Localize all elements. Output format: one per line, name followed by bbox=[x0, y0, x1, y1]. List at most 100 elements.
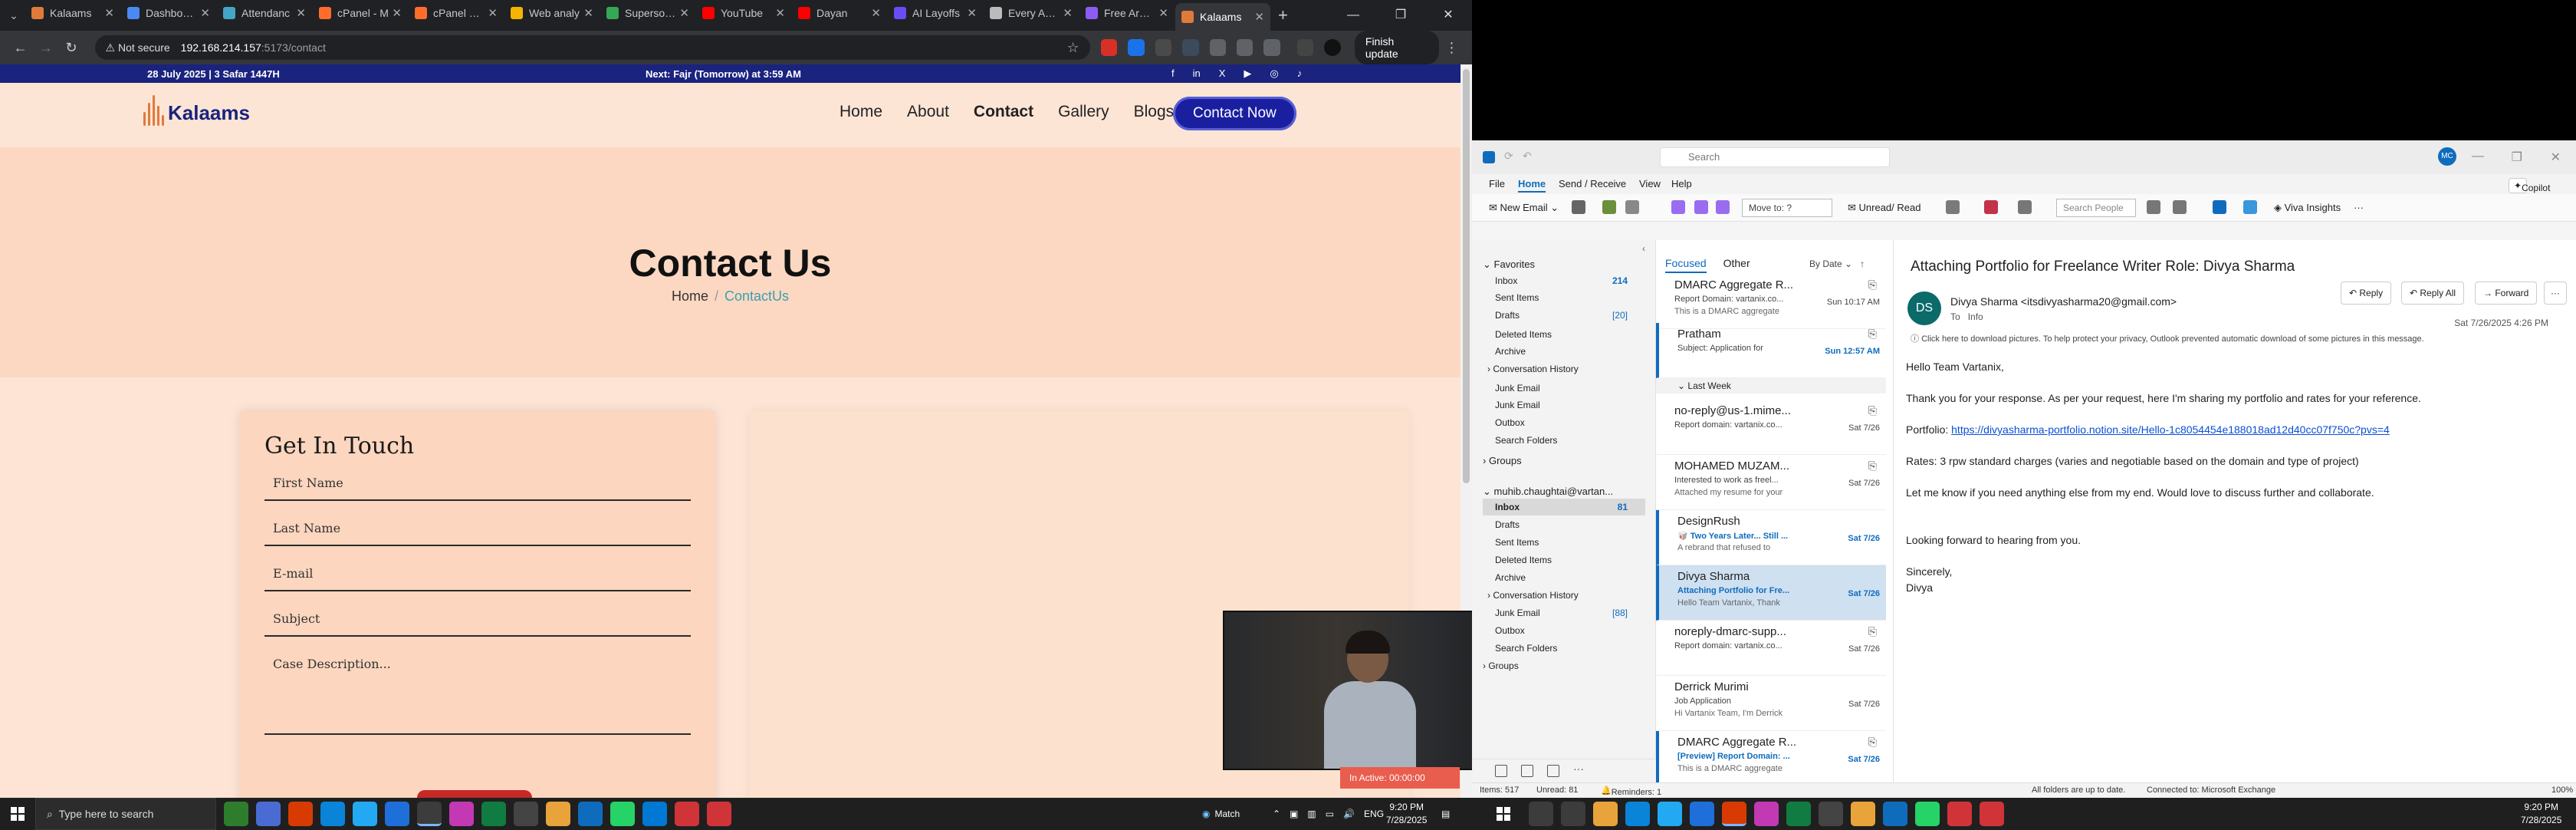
tab-close-icon[interactable]: ✕ bbox=[200, 6, 210, 20]
paint-icon[interactable] bbox=[514, 802, 538, 826]
weather-widget[interactable]: ◉ Match bbox=[1202, 798, 1240, 830]
flag-icon[interactable] bbox=[1984, 200, 1998, 214]
breadcrumb-home[interactable]: Home bbox=[672, 288, 708, 304]
folder-item[interactable]: Outbox bbox=[1495, 625, 1525, 636]
folder-item[interactable]: Junk Email bbox=[1495, 383, 1540, 394]
extension-icon[interactable] bbox=[1182, 39, 1199, 56]
folder-item[interactable]: Sent Items bbox=[1495, 537, 1539, 548]
tray-chevron-icon[interactable]: ⌃ bbox=[1273, 809, 1280, 819]
folder-item[interactable]: Archive bbox=[1495, 572, 1526, 583]
browser-tab[interactable]: cPanel File ✕ bbox=[409, 0, 504, 26]
more-apps-icon[interactable]: ··· bbox=[1573, 762, 1585, 775]
extension-icon[interactable] bbox=[1237, 39, 1254, 56]
folder-item[interactable]: Inbox bbox=[1495, 502, 1520, 512]
tab-home[interactable]: Home bbox=[1518, 178, 1546, 193]
browser-tab[interactable]: Web analy ✕ bbox=[504, 0, 600, 26]
weather-icon[interactable] bbox=[1593, 802, 1618, 826]
first-name-field[interactable]: First Name bbox=[264, 476, 691, 501]
social-link-icon[interactable]: ♪ bbox=[1297, 68, 1303, 80]
undo-icon[interactable]: ↶ bbox=[1523, 150, 1532, 163]
search-icon[interactable] bbox=[1529, 802, 1553, 826]
close-window-button[interactable]: ✕ bbox=[2551, 150, 2561, 165]
outlook-icon[interactable] bbox=[1690, 802, 1714, 826]
folder-item[interactable]: Junk Email bbox=[1495, 400, 1540, 410]
tasks-icon[interactable] bbox=[1547, 765, 1559, 777]
extensions-puzzle-icon[interactable] bbox=[1263, 39, 1280, 56]
profile-avatar[interactable] bbox=[1324, 39, 1341, 56]
folder-item[interactable]: Search Folders bbox=[1495, 435, 1557, 446]
groups-header[interactable]: › Groups bbox=[1483, 455, 1522, 466]
tab-close-icon[interactable]: ✕ bbox=[871, 6, 881, 20]
subject-field[interactable]: Subject bbox=[264, 611, 691, 637]
sender-address[interactable]: Divya Sharma <itsdivyasharma20@gmail.com… bbox=[1950, 295, 2177, 308]
chrome-menu-icon[interactable]: ⋮ bbox=[1439, 40, 1464, 56]
taskbar-search[interactable]: ⌕ Type here to search bbox=[35, 798, 216, 830]
extension-icon[interactable] bbox=[1155, 39, 1172, 56]
tab-other[interactable]: Other bbox=[1723, 257, 1750, 269]
minimize-button[interactable]: — bbox=[1329, 0, 1377, 31]
browser-tab[interactable]: Free Arabic ✕ bbox=[1079, 0, 1175, 26]
delete-icon[interactable] bbox=[1572, 200, 1585, 214]
folder-item[interactable]: Drafts bbox=[1495, 310, 1520, 321]
social-link-icon[interactable]: f bbox=[1171, 68, 1175, 80]
favorites-header[interactable]: ⌄ Favorites bbox=[1483, 259, 1535, 271]
network-icon[interactable]: ▥ bbox=[1307, 809, 1316, 819]
chrome-icon[interactable] bbox=[417, 802, 442, 826]
vscode-icon[interactable] bbox=[1658, 802, 1682, 826]
app-icon[interactable] bbox=[449, 802, 474, 826]
whatsapp-icon[interactable] bbox=[1915, 802, 1940, 826]
file-explorer-icon[interactable] bbox=[546, 802, 570, 826]
social-link-icon[interactable]: ▶ bbox=[1244, 68, 1251, 80]
viva-insights-button[interactable]: ◈ Viva Insights bbox=[2274, 202, 2341, 214]
message-item[interactable]: MOHAMED MUZAM... Interested to work as fr… bbox=[1656, 455, 1886, 510]
to-value[interactable]: Info bbox=[1968, 311, 1983, 322]
forward-icon[interactable] bbox=[1716, 200, 1730, 214]
extension-icon[interactable] bbox=[1100, 39, 1118, 56]
message-item[interactable]: DMARC Aggregate R... [Preview] Report Dom… bbox=[1656, 731, 1886, 786]
maximize-button[interactable]: ❐ bbox=[2512, 150, 2522, 165]
app-icon[interactable] bbox=[1754, 802, 1779, 826]
people-icon[interactable] bbox=[1521, 765, 1533, 777]
tab-close-icon[interactable]: ✕ bbox=[1254, 10, 1264, 24]
tab-file[interactable]: File bbox=[1489, 178, 1505, 189]
maximize-button[interactable]: ❐ bbox=[1377, 0, 1424, 31]
tab-close-icon[interactable]: ✕ bbox=[775, 6, 785, 20]
folder-item[interactable]: Inbox bbox=[1495, 275, 1517, 286]
sender-avatar[interactable]: DS bbox=[1907, 291, 1941, 325]
message-item[interactable]: Derrick Murimi Job Application Hi Vartanix… bbox=[1656, 676, 1886, 731]
tab-help[interactable]: Help bbox=[1671, 178, 1692, 189]
finish-update-button[interactable]: Finish update bbox=[1354, 31, 1439, 64]
tab-close-icon[interactable]: ✕ bbox=[392, 6, 402, 20]
tab-close-icon[interactable]: ✕ bbox=[296, 6, 306, 20]
reminders-indicator[interactable]: 🔔 Reminders: 1 bbox=[1601, 786, 1661, 797]
group-header-last-week[interactable]: ⌄ Last Week bbox=[1656, 378, 1886, 394]
folder-item[interactable]: Deleted Items bbox=[1495, 555, 1552, 565]
not-secure-indicator[interactable]: ⚠ Not secure bbox=[106, 41, 170, 54]
collapse-pane-icon[interactable]: ‹ bbox=[1642, 243, 1645, 254]
tab-close-icon[interactable]: ✕ bbox=[679, 6, 689, 20]
browser-tab[interactable]: Every Ayah ✕ bbox=[984, 0, 1079, 26]
unread-read-button[interactable]: ✉ Unread/ Read bbox=[1848, 202, 1921, 214]
browser-tab[interactable]: Attendanc ✕ bbox=[217, 0, 312, 26]
filezilla-icon[interactable] bbox=[1947, 802, 1972, 826]
message-item[interactable]: DesignRush 🥡 Two Years Later... Still ...… bbox=[1656, 510, 1886, 565]
browser-tab[interactable]: Supersonic ✕ bbox=[600, 0, 695, 26]
filezilla-icon[interactable] bbox=[675, 802, 699, 826]
browser-tab[interactable]: Dashboard ✕ bbox=[121, 0, 216, 26]
excel-icon[interactable] bbox=[1786, 802, 1811, 826]
outlook-icon[interactable] bbox=[385, 802, 409, 826]
message-item[interactable]: Pratham Subject: Application for Sun 12:57… bbox=[1656, 323, 1886, 378]
tab-view[interactable]: View bbox=[1639, 178, 1661, 189]
social-link-icon[interactable]: ◎ bbox=[1270, 68, 1278, 80]
nav-link-home[interactable]: Home bbox=[840, 103, 882, 121]
minimize-button[interactable]: — bbox=[2472, 150, 2484, 163]
back-button[interactable]: ← bbox=[8, 40, 33, 56]
submit-button[interactable] bbox=[417, 790, 532, 798]
browser-tab[interactable]: AI Layoffs ✕ bbox=[888, 0, 983, 26]
tab-close-icon[interactable]: ✕ bbox=[967, 6, 977, 20]
account-avatar[interactable]: MC bbox=[2438, 147, 2456, 166]
edge-icon[interactable] bbox=[320, 802, 345, 826]
new-tab-button[interactable]: + bbox=[1278, 5, 1288, 25]
video-player[interactable]: G bbox=[1223, 611, 1505, 770]
task-view-icon[interactable] bbox=[224, 802, 248, 826]
